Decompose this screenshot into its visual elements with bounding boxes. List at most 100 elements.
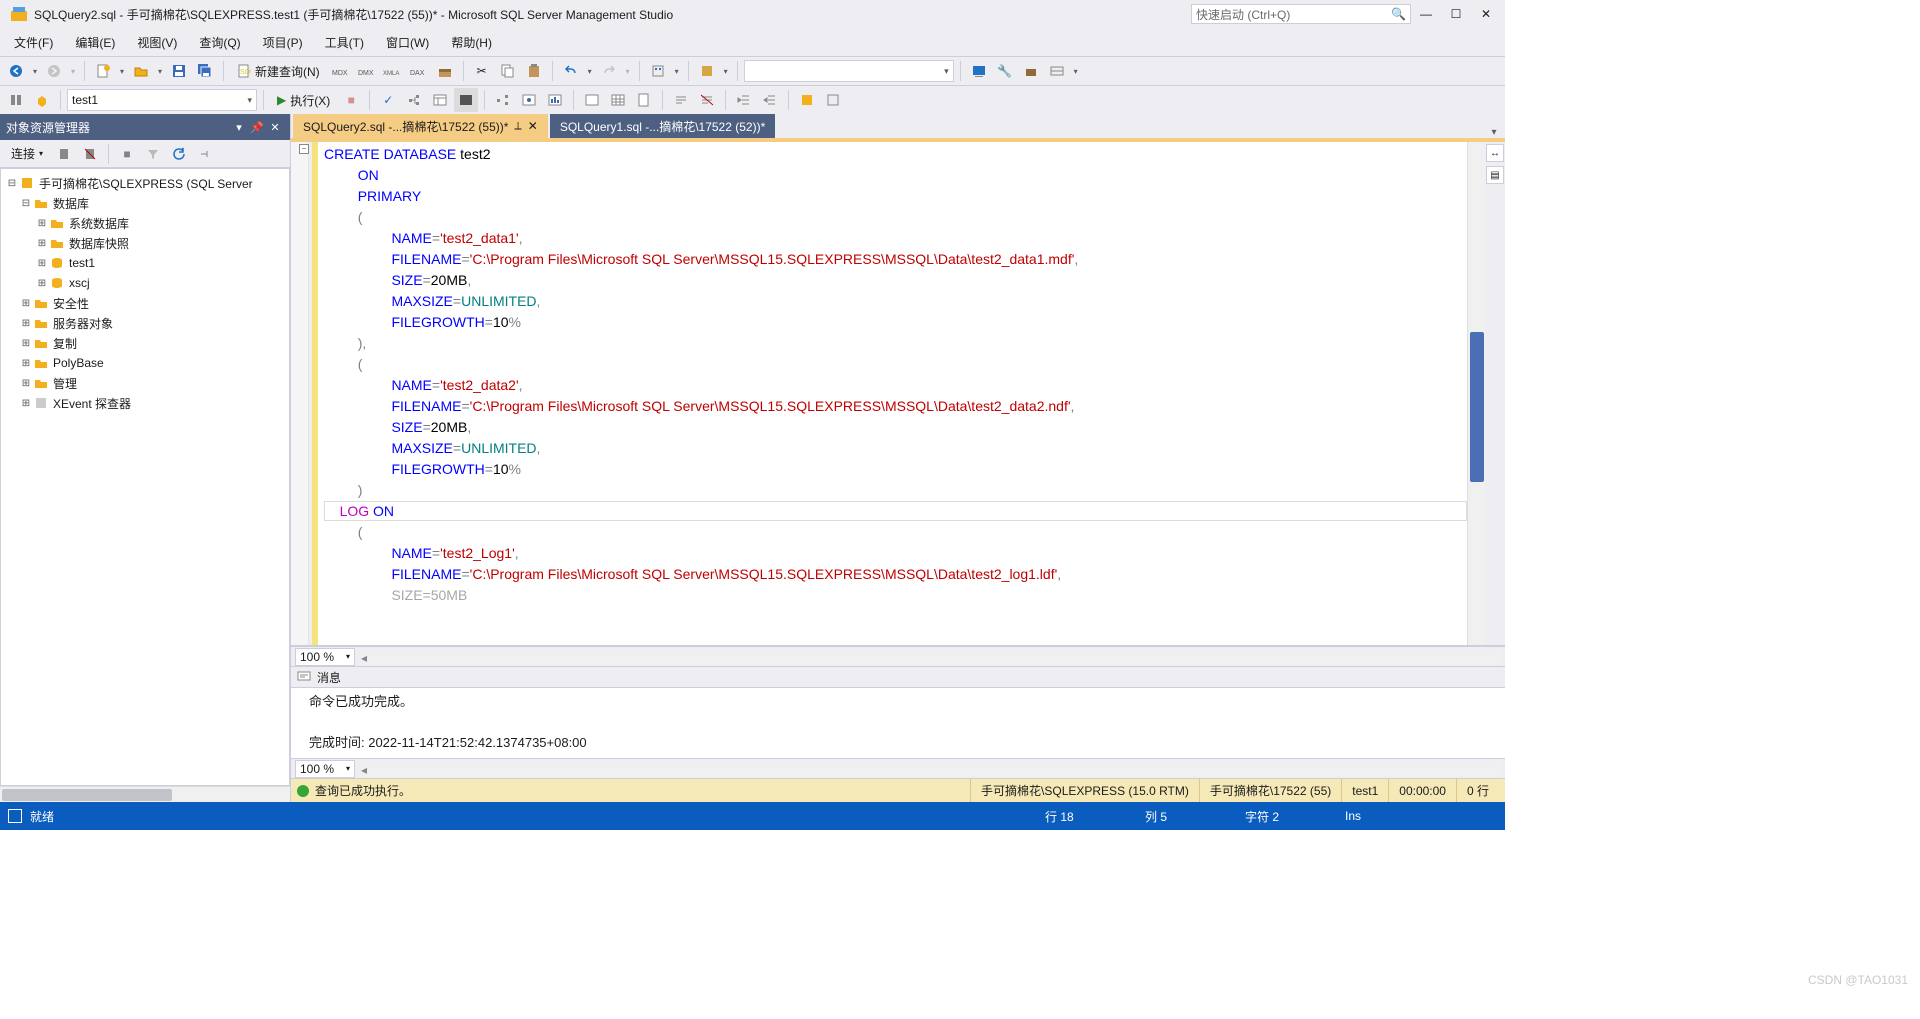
activity-monitor-icon[interactable] <box>967 59 991 83</box>
tree-server-objects-node[interactable]: ⊞服务器对象 <box>1 313 289 333</box>
results-to-text-icon[interactable] <box>580 88 604 112</box>
registered-servers-dropdown[interactable]: ▾ <box>672 67 682 76</box>
menu-tools[interactable]: 工具(T) <box>315 30 374 55</box>
extended-events-icon[interactable] <box>1045 59 1069 83</box>
uncomment-icon[interactable] <box>695 88 719 112</box>
dax-query-icon[interactable]: DAX <box>407 59 431 83</box>
estimated-plan-icon[interactable] <box>402 88 426 112</box>
connect-button[interactable]: 连接▾ <box>4 142 50 166</box>
explorer-hscrollbar[interactable] <box>0 786 290 802</box>
dmx-query-icon[interactable]: DMX <box>355 59 379 83</box>
query-options-icon[interactable] <box>428 88 452 112</box>
maximize-button[interactable]: ☐ <box>1441 2 1471 26</box>
tab-close-icon[interactable]: ✕ <box>528 119 538 133</box>
tree-db-xscj[interactable]: ⊞xscj <box>1 273 289 293</box>
panel-dropdown-icon[interactable]: ▾ <box>230 121 248 134</box>
include-plan-icon[interactable] <box>491 88 515 112</box>
live-stats-icon[interactable] <box>517 88 541 112</box>
outdent-icon[interactable] <box>758 88 782 112</box>
pin-icon[interactable]: ⟂ <box>514 120 521 133</box>
results-to-grid-icon[interactable] <box>606 88 630 112</box>
messages-hscrollbar[interactable]: ◂ <box>361 761 1501 777</box>
find-combo[interactable]: ▾ <box>744 60 954 82</box>
panel-pin-icon[interactable]: 📌 <box>248 121 266 134</box>
undo-dropdown[interactable]: ▾ <box>585 67 595 76</box>
profiler-icon[interactable] <box>1019 59 1043 83</box>
redo-dropdown[interactable]: ▾ <box>623 67 633 76</box>
menu-file[interactable]: 文件(F) <box>4 30 63 55</box>
messages-tab[interactable]: 消息 <box>317 669 341 686</box>
menu-help[interactable]: 帮助(H) <box>441 30 502 55</box>
save-all-button[interactable] <box>193 59 217 83</box>
split-view-icon[interactable]: ↔ <box>1486 144 1504 162</box>
registered-servers-icon[interactable] <box>646 59 670 83</box>
panel-close-icon[interactable]: ✕ <box>266 121 284 134</box>
new-item-button[interactable] <box>91 59 115 83</box>
tree-databases-node[interactable]: ⊟数据库 <box>1 193 289 213</box>
editor-vscrollbar[interactable] <box>1467 142 1485 645</box>
object-tree[interactable]: ⊟手可摘棉花\SQLEXPRESS (SQL Server ⊟数据库 ⊞系统数据… <box>0 168 290 786</box>
tree-db-test1[interactable]: ⊞test1 <box>1 253 289 273</box>
messages-output[interactable]: 命令已成功完成。 完成时间: 2022-11-14T21:52:42.13747… <box>291 688 1505 758</box>
tabs-overflow-icon[interactable]: ▾ <box>1485 127 1503 138</box>
sql-editor[interactable]: − CREATE DATABASE test2 ON PRIMARY ( NAM… <box>291 142 1505 646</box>
indent-icon[interactable] <box>732 88 756 112</box>
menu-window[interactable]: 窗口(W) <box>376 30 439 55</box>
intellisense-icon[interactable] <box>454 88 478 112</box>
disconnect-icon[interactable] <box>78 142 102 166</box>
zoom-combo-2[interactable]: 100 %▾ <box>295 760 355 778</box>
available-db-icon[interactable] <box>30 88 54 112</box>
client-stats-icon[interactable] <box>543 88 567 112</box>
refresh-icon[interactable] <box>167 142 191 166</box>
surround-with-icon[interactable] <box>821 88 845 112</box>
solution-config-dropdown[interactable]: ▾ <box>721 67 731 76</box>
tree-security-node[interactable]: ⊞安全性 <box>1 293 289 313</box>
menu-project[interactable]: 项目(P) <box>253 30 313 55</box>
xmla-query-icon[interactable]: XMLA <box>381 59 405 83</box>
tree-xevent-node[interactable]: ⊞XEvent 探查器 <box>1 393 289 413</box>
outline-collapse-icon[interactable]: − <box>299 144 309 154</box>
tab-sqlquery2[interactable]: SQLQuery2.sql -...摘棉花\17522 (55))* ⟂ ✕ <box>293 114 548 138</box>
search-tree-icon[interactable] <box>193 142 217 166</box>
comment-icon[interactable] <box>669 88 693 112</box>
tree-snapshot-node[interactable]: ⊞数据库快照 <box>1 233 289 253</box>
database-combo[interactable]: test1▾ <box>67 89 257 111</box>
close-button[interactable]: ✕ <box>1471 2 1501 26</box>
nav-fwd-button[interactable] <box>42 59 66 83</box>
cut-icon[interactable]: ✂ <box>470 59 494 83</box>
tree-server-node[interactable]: ⊟手可摘棉花\SQLEXPRESS (SQL Server <box>1 173 289 193</box>
quick-launch-input[interactable]: 快速启动 (Ctrl+Q) 🔍 <box>1191 4 1411 24</box>
zoom-combo-1[interactable]: 100 %▾ <box>295 648 355 666</box>
mdx-query-icon[interactable]: MDX <box>329 59 353 83</box>
execute-button[interactable]: ▶执行(X) <box>270 88 337 112</box>
stop-icon[interactable]: ■ <box>115 142 139 166</box>
change-connection-icon[interactable] <box>4 88 28 112</box>
menu-view[interactable]: 视图(V) <box>127 30 187 55</box>
redo-icon[interactable] <box>597 59 621 83</box>
filter-icon[interactable] <box>141 142 165 166</box>
new-query-button[interactable]: SQL新建查询(N) <box>230 59 327 83</box>
tree-sysdb-node[interactable]: ⊞系统数据库 <box>1 213 289 233</box>
parse-icon[interactable]: ✓ <box>376 88 400 112</box>
code-text[interactable]: CREATE DATABASE test2 ON PRIMARY ( NAME=… <box>318 142 1467 645</box>
copy-icon[interactable] <box>496 59 520 83</box>
undo-icon[interactable] <box>559 59 583 83</box>
tools-icon[interactable]: 🔧 <box>993 59 1017 83</box>
tab-sqlquery1[interactable]: SQLQuery1.sql -...摘棉花\17522 (52))* <box>550 114 775 138</box>
open-button[interactable] <box>129 59 153 83</box>
open-dropdown[interactable]: ▾ <box>155 67 165 76</box>
minimize-button[interactable]: — <box>1411 2 1441 26</box>
paste-icon[interactable] <box>522 59 546 83</box>
menu-edit[interactable]: 编辑(E) <box>65 30 125 55</box>
toolbox-icon[interactable] <box>433 59 457 83</box>
connect-server-icon[interactable] <box>52 142 76 166</box>
tree-replication-node[interactable]: ⊞复制 <box>1 333 289 353</box>
new-item-dropdown[interactable]: ▾ <box>117 67 127 76</box>
solution-config-icon[interactable] <box>695 59 719 83</box>
map-mode-icon[interactable]: ▤ <box>1486 166 1504 184</box>
tree-management-node[interactable]: ⊞管理 <box>1 373 289 393</box>
nav-back-dropdown[interactable]: ▾ <box>30 67 40 76</box>
nav-fwd-dropdown[interactable]: ▾ <box>68 67 78 76</box>
cancel-query-button[interactable]: ■ <box>339 88 363 112</box>
save-button[interactable] <box>167 59 191 83</box>
